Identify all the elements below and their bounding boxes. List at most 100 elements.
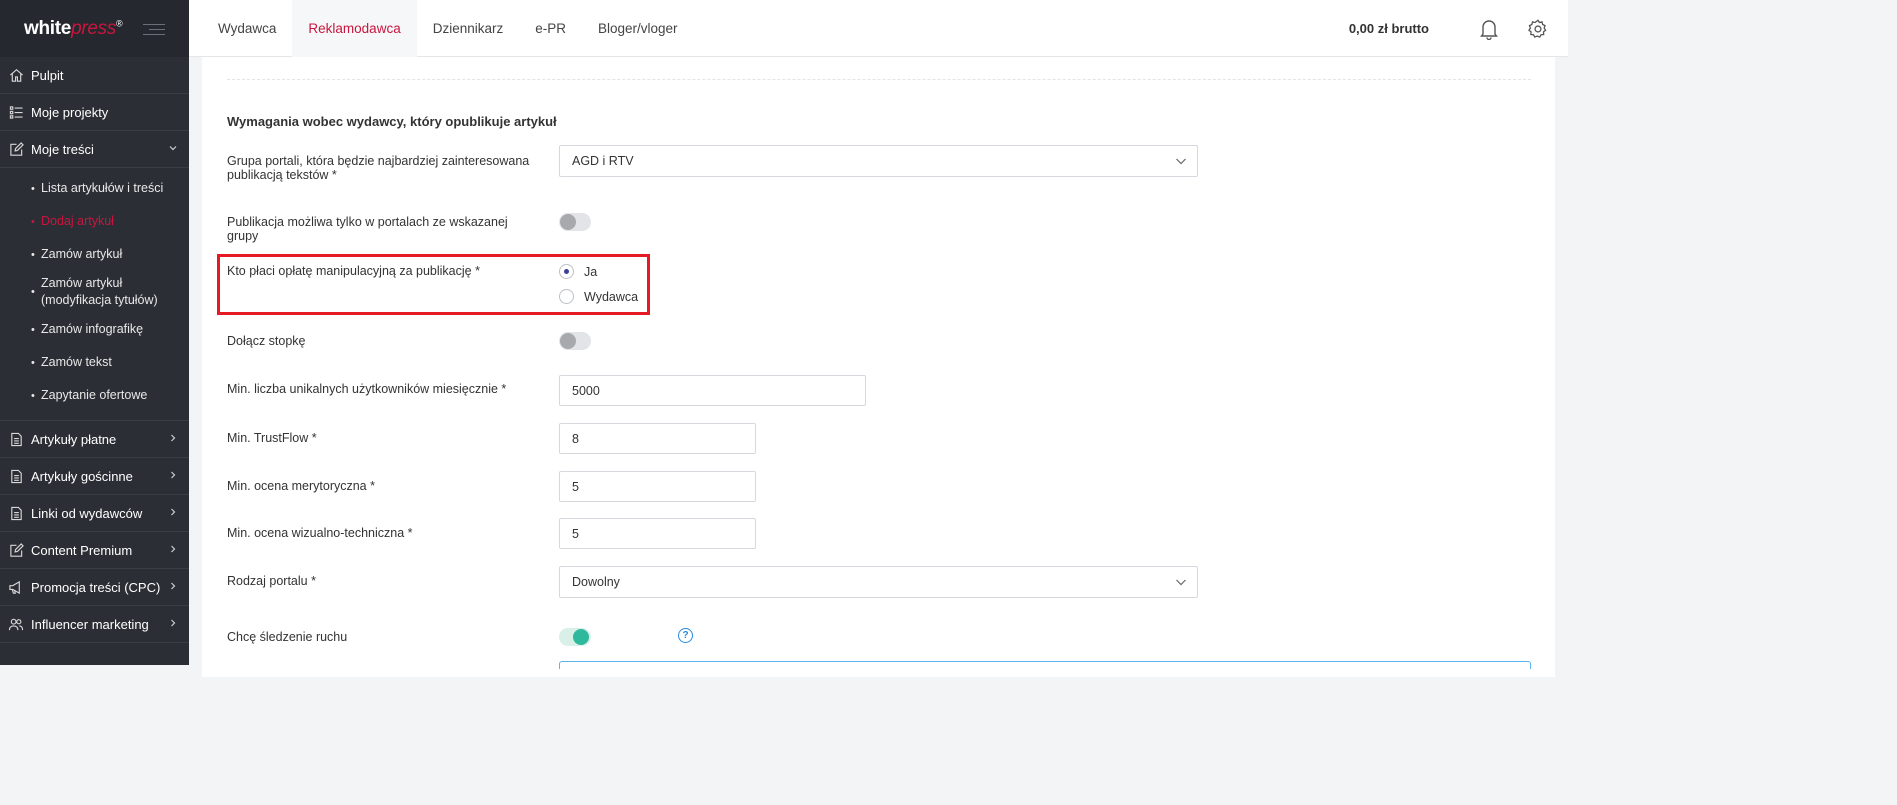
radio-label: Ja xyxy=(584,264,598,279)
logo-white: white xyxy=(24,17,72,39)
bell-icon[interactable] xyxy=(1477,17,1501,41)
account-balance[interactable]: 0,00 zł brutto xyxy=(1349,21,1429,36)
footer-label: Dołącz stopkę xyxy=(227,334,306,348)
logo-press: press xyxy=(71,17,117,39)
sidebar-item-moje-projekty[interactable]: Moje projekty xyxy=(0,94,189,131)
submenu-item-zamow-tekst[interactable]: Zamów tekst xyxy=(0,346,189,379)
sidebar-submenu-moje-tresci: Lista artykułów i treści Dodaj artykuł Z… xyxy=(0,168,189,421)
min-merit-input[interactable]: 5 xyxy=(559,471,756,502)
top-right-tools: 0,00 zł brutto xyxy=(1349,0,1550,57)
sidebar-item-label: Influencer marketing xyxy=(31,616,149,632)
toggle-knob xyxy=(560,214,576,230)
logo-bar: whitepress® xyxy=(0,0,189,57)
menu-toggle-icon[interactable] xyxy=(143,21,165,37)
chevron-right-icon xyxy=(171,619,176,627)
sidebar-item-artykuly-platne[interactable]: Artykuły płatne xyxy=(0,421,189,458)
radio-button[interactable] xyxy=(559,264,574,279)
chevron-right-icon xyxy=(171,508,176,516)
footer-toggle[interactable] xyxy=(559,332,591,350)
chevron-down-icon xyxy=(1176,579,1186,586)
edit-icon xyxy=(8,542,24,558)
toggle-knob xyxy=(560,333,576,349)
edit-icon xyxy=(8,141,24,157)
submenu-item-dodaj-artykul[interactable]: Dodaj artykuł xyxy=(0,205,189,238)
section-title: Wymagania wobec wydawcy, który opublikuj… xyxy=(227,114,557,129)
only-group-toggle[interactable] xyxy=(559,213,591,231)
portal-group-value: AGD i RTV xyxy=(572,154,634,168)
next-field-outline[interactable] xyxy=(559,661,1531,669)
min-merit-value: 5 xyxy=(572,479,579,494)
portal-group-select[interactable]: AGD i RTV xyxy=(559,145,1198,177)
min-trustflow-value: 8 xyxy=(572,431,579,446)
min-users-value: 5000 xyxy=(572,383,600,398)
submenu-item-zamow-artykul-modyfikacja[interactable]: Zamów artykuł (modyfikacja tytułów) xyxy=(0,271,189,313)
list-icon xyxy=(8,104,24,120)
portal-type-label: Rodzaj portalu * xyxy=(227,574,316,588)
document-icon xyxy=(8,431,24,447)
help-icon[interactable]: ? xyxy=(678,628,693,643)
sidebar: whitepress® Pulpit Moje projekty Moje tr… xyxy=(0,0,189,665)
sidebar-item-label: Artykuły płatne xyxy=(31,431,117,447)
sidebar-item-label: Content Premium xyxy=(31,542,133,558)
sidebar-item-promocja-tresci[interactable]: Promocja treści (CPC) xyxy=(0,569,189,606)
gear-icon[interactable] xyxy=(1526,17,1550,41)
portal-type-select[interactable]: Dowolny xyxy=(559,566,1198,598)
top-bar: Wydawca Reklamodawca Dziennikarz e-PR Bl… xyxy=(189,0,1568,57)
chevron-right-icon xyxy=(171,582,176,590)
users-icon xyxy=(8,616,24,632)
logo-registered-mark: ® xyxy=(116,18,123,29)
chevron-right-icon xyxy=(171,471,176,479)
chevron-right-icon xyxy=(171,545,176,553)
min-users-label: Min. liczba unikalnych użytkowników mies… xyxy=(227,382,507,396)
submenu-item-lista-artykulow[interactable]: Lista artykułów i treści xyxy=(0,172,189,205)
min-merit-label: Min. ocena merytoryczna * xyxy=(227,479,375,493)
megaphone-icon xyxy=(8,579,24,595)
sidebar-item-label: Linki od wydawców xyxy=(31,505,143,521)
sidebar-item-artykuly-goscinne[interactable]: Artykuły gościnne xyxy=(0,458,189,495)
tracking-toggle[interactable] xyxy=(559,628,591,646)
min-users-input[interactable]: 5000 xyxy=(559,375,866,406)
whitepress-logo[interactable]: whitepress® xyxy=(24,17,123,40)
home-icon xyxy=(8,67,24,83)
sidebar-item-moje-tresci[interactable]: Moje treści xyxy=(0,131,189,168)
tab-wydawca[interactable]: Wydawca xyxy=(202,0,292,57)
toggle-knob xyxy=(573,629,589,645)
section-divider xyxy=(227,79,1531,80)
tab-reklamodawca[interactable]: Reklamodawca xyxy=(292,0,417,57)
sidebar-item-influencer-marketing[interactable]: Influencer marketing xyxy=(0,606,189,643)
sidebar-item-linki-od-wydawcow[interactable]: Linki od wydawców xyxy=(0,495,189,532)
portal-type-value: Dowolny xyxy=(572,575,620,589)
min-visual-input[interactable]: 5 xyxy=(559,518,756,549)
chevron-right-icon xyxy=(171,434,176,442)
sidebar-item-label: Moje treści xyxy=(31,141,94,157)
radio-fee-payer-ja[interactable]: Ja xyxy=(559,264,597,279)
submenu-item-zamow-infografike[interactable]: Zamów infografikę xyxy=(0,313,189,346)
min-trustflow-label: Min. TrustFlow * xyxy=(227,431,317,445)
document-icon xyxy=(8,505,24,521)
sidebar-item-label: Promocja treści (CPC) xyxy=(31,579,161,595)
tracking-label: Chcę śledzenie ruchu xyxy=(227,630,348,644)
sidebar-item-label: Moje projekty xyxy=(31,104,109,120)
sidebar-item-label: Pulpit xyxy=(31,67,64,83)
radio-button[interactable] xyxy=(559,289,574,304)
submenu-item-zamow-artykul[interactable]: Zamów artykuł xyxy=(0,238,189,271)
sidebar-item-label: Artykuły gościnne xyxy=(31,468,133,484)
only-group-label: Publikacja możliwa tylko w portalach ze … xyxy=(227,215,508,243)
fee-payer-label: Kto płaci opłatę manipulacyjną za publik… xyxy=(227,264,480,278)
document-icon xyxy=(8,468,24,484)
chevron-down-icon xyxy=(1176,158,1186,165)
sidebar-item-pulpit[interactable]: Pulpit xyxy=(0,57,189,94)
submenu-item-zapytanie-ofertowe[interactable]: Zapytanie ofertowe xyxy=(0,379,189,412)
tab-dziennikarz[interactable]: Dziennikarz xyxy=(417,0,520,57)
tab-e-pr[interactable]: e-PR xyxy=(519,0,582,57)
sidebar-item-content-premium[interactable]: Content Premium xyxy=(0,532,189,569)
role-tabs: Wydawca Reklamodawca Dziennikarz e-PR Bl… xyxy=(202,0,694,57)
radio-label: Wydawca xyxy=(584,289,639,304)
tab-bloger-vloger[interactable]: Bloger/vloger xyxy=(582,0,694,57)
form-card: Wymagania wobec wydawcy, który opublikuj… xyxy=(202,57,1555,677)
radio-fee-payer-wydawca[interactable]: Wydawca xyxy=(559,289,638,304)
min-visual-value: 5 xyxy=(572,526,579,541)
min-trustflow-input[interactable]: 8 xyxy=(559,423,756,454)
portal-group-label: Grupa portali, która będzie najbardziej … xyxy=(227,154,530,182)
chevron-down-icon xyxy=(169,146,177,151)
